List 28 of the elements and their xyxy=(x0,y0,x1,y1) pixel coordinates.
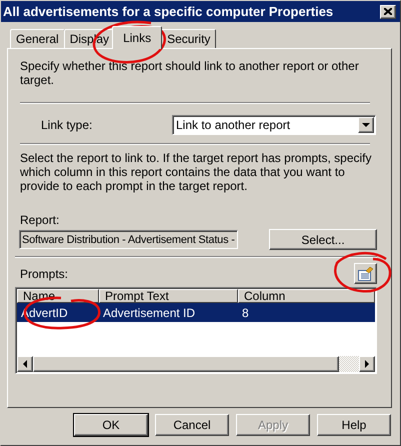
tab[interactable]: Security xyxy=(161,29,216,48)
properties-button[interactable] xyxy=(354,263,377,284)
link-type-dropdown[interactable]: Link to another report xyxy=(172,115,376,135)
caret-icon xyxy=(362,123,370,127)
tab[interactable]: General xyxy=(10,29,65,48)
column-header[interactable]: Column xyxy=(238,289,375,303)
select-button[interactable]: Select... xyxy=(269,229,377,250)
prompts-label: Prompts: xyxy=(20,266,68,280)
close-icon xyxy=(384,8,392,15)
dialog-button[interactable]: Cancel xyxy=(155,414,229,436)
dropdown-button[interactable] xyxy=(358,117,374,133)
link-type-label: Link type: xyxy=(41,118,92,132)
scroll-left-button[interactable] xyxy=(17,356,33,372)
window-title: All advertisements for a specific computer Properties xyxy=(3,4,334,19)
report-field[interactable]: Software Distribution - Advertisement Status - xyxy=(19,230,238,249)
report-label: Report: xyxy=(20,213,60,227)
close-button[interactable] xyxy=(380,4,396,18)
instructions-text: Select the report to link to. If the target report has prompts, specify which column in this report contains the data that you want to provide to each prompt in the target report. xyxy=(20,151,373,193)
description-text: Specify whether this report should link to another report or other target. xyxy=(20,59,360,87)
left-arrow-icon xyxy=(21,360,29,368)
dialog-button[interactable]: OK xyxy=(74,414,148,436)
table-cell-text: Advertisement ID xyxy=(102,306,196,320)
dialog-button[interactable]: Help xyxy=(317,414,391,436)
right-arrow-icon xyxy=(363,360,371,368)
form-icon xyxy=(358,266,373,280)
table-cell-text: 8 xyxy=(241,306,250,320)
tab[interactable]: Links xyxy=(112,26,162,49)
scroll-right-button[interactable] xyxy=(359,356,375,372)
